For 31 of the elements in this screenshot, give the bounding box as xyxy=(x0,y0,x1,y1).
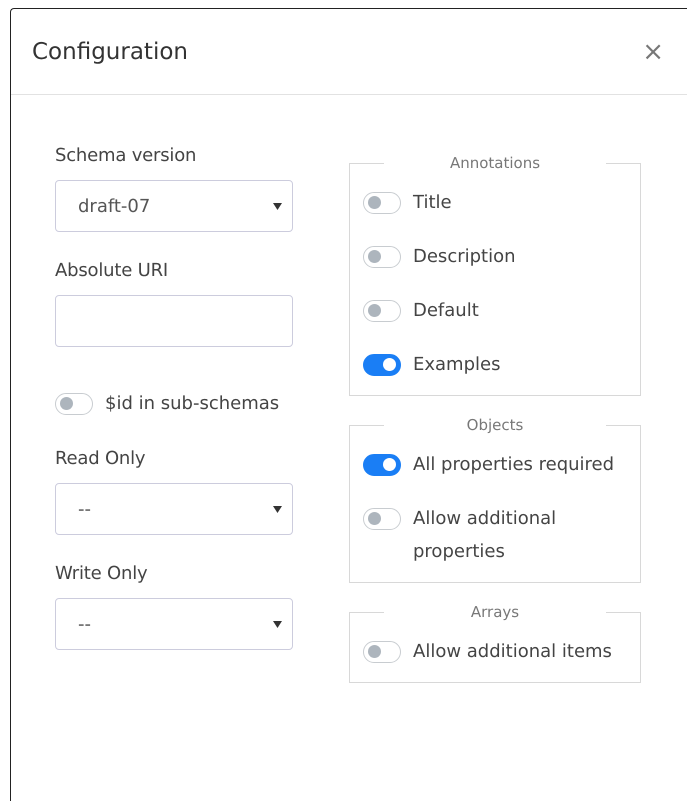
field-label: Absolute URI xyxy=(55,260,169,281)
toggle-label: Allow additional properties xyxy=(413,507,558,564)
caret-icon xyxy=(273,506,282,512)
caret-icon xyxy=(273,202,282,210)
toggle-label: Examples xyxy=(413,353,500,377)
toggle-label: Allow additional items xyxy=(413,640,612,664)
toggle-switch[interactable] xyxy=(363,192,401,214)
toggle-label: All properties required xyxy=(413,453,614,477)
toggle-label: Title xyxy=(413,191,452,215)
toggle-label: Description xyxy=(413,245,516,269)
input-field[interactable] xyxy=(55,295,293,347)
field-label: Write Only xyxy=(55,563,148,584)
dialog-title: Configuration xyxy=(32,38,188,64)
select-field[interactable]: -- xyxy=(55,598,293,650)
caret-icon xyxy=(273,620,282,628)
toggle-switch[interactable] xyxy=(363,641,401,663)
close-button[interactable]: × xyxy=(640,38,666,64)
toggle-switch[interactable] xyxy=(363,246,401,268)
toggle-switch[interactable] xyxy=(363,454,401,476)
toggle-label: Default xyxy=(413,299,479,323)
toggle-switch[interactable] xyxy=(363,508,401,530)
select-field[interactable]: -- xyxy=(55,483,293,535)
field-label: Schema version xyxy=(55,145,198,166)
toggle-switch[interactable] xyxy=(55,392,93,414)
field-label: Read Only xyxy=(55,448,146,469)
toggle-label: $id in sub-schemas xyxy=(105,392,280,416)
group-legend: Objects xyxy=(466,416,524,434)
toggle-switch[interactable] xyxy=(363,300,401,322)
toggle-switch[interactable] xyxy=(363,354,401,376)
select-field[interactable]: draft-07 xyxy=(55,180,293,232)
group-legend: Arrays xyxy=(470,603,520,621)
